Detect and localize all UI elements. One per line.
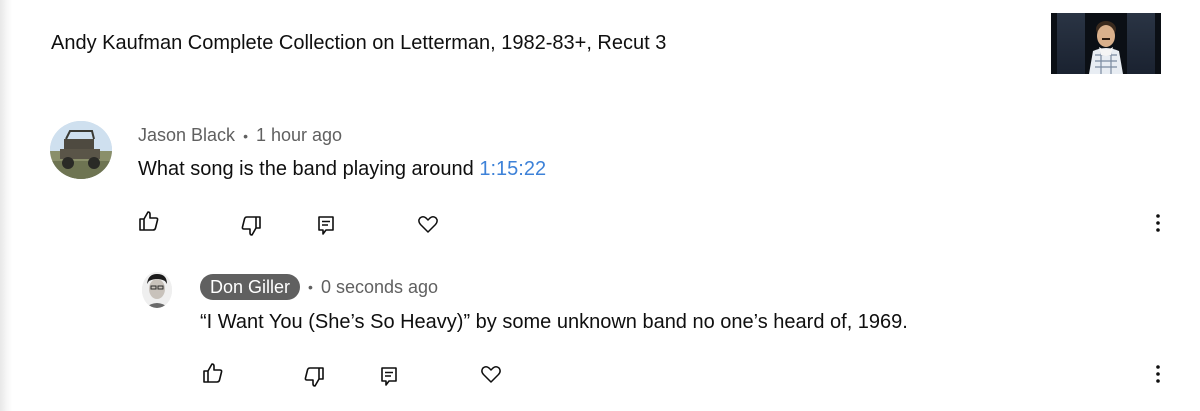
heart-icon	[418, 216, 438, 233]
avatar[interactable]	[50, 121, 112, 179]
thumbnail-curtain-right	[1127, 13, 1155, 74]
more-options-button[interactable]	[1145, 210, 1171, 236]
dislike-button[interactable]	[301, 364, 327, 390]
thumbnail-curtain-left	[1057, 13, 1085, 74]
comment-body: What song is the band playing around	[138, 158, 480, 180]
comment-time[interactable]: 0 seconds ago	[321, 277, 438, 298]
comment-meta: Jason Black • 1 hour ago	[138, 125, 342, 146]
thumbs-down-icon	[304, 367, 324, 387]
thumbs-up-icon	[203, 363, 223, 383]
comment-author-chip[interactable]: Don Giller	[200, 274, 301, 300]
separator-dot: •	[308, 279, 313, 295]
like-button[interactable]	[136, 208, 162, 234]
comment-time[interactable]: 1 hour ago	[256, 125, 342, 146]
more-vert-icon	[1156, 365, 1160, 383]
heart-button[interactable]	[478, 361, 504, 387]
more-vert-icon	[1156, 214, 1160, 232]
separator-dot: •	[243, 127, 248, 144]
reply-icon	[381, 367, 397, 386]
profile-photo-avatar	[142, 272, 172, 308]
heart-icon	[481, 366, 501, 383]
reply-button[interactable]	[313, 212, 339, 238]
comment-author[interactable]: Jason Black	[138, 125, 235, 146]
jeep-photo-avatar	[50, 121, 112, 179]
comment-text: What song is the band playing around 1:1…	[138, 158, 546, 181]
thumbs-up-icon	[139, 211, 159, 231]
comment-text: “I Want You (She’s So Heavy)” by some un…	[200, 311, 908, 333]
reply-button[interactable]	[376, 363, 402, 389]
like-button[interactable]	[200, 360, 226, 386]
timestamp-link[interactable]: 1:15:22	[479, 158, 546, 180]
video-title[interactable]: Andy Kaufman Complete Collection on Lett…	[51, 32, 666, 55]
thumbs-down-icon	[241, 216, 261, 236]
panel-left-edge	[0, 0, 12, 411]
thumbnail-person-image	[1089, 21, 1123, 74]
dislike-button[interactable]	[238, 213, 264, 239]
reply-icon	[318, 216, 334, 235]
avatar[interactable]	[142, 272, 172, 308]
video-thumbnail[interactable]	[1051, 13, 1161, 74]
heart-button[interactable]	[415, 211, 441, 237]
comment-meta: Don Giller • 0 seconds ago	[200, 274, 438, 300]
more-options-button[interactable]	[1145, 361, 1171, 387]
